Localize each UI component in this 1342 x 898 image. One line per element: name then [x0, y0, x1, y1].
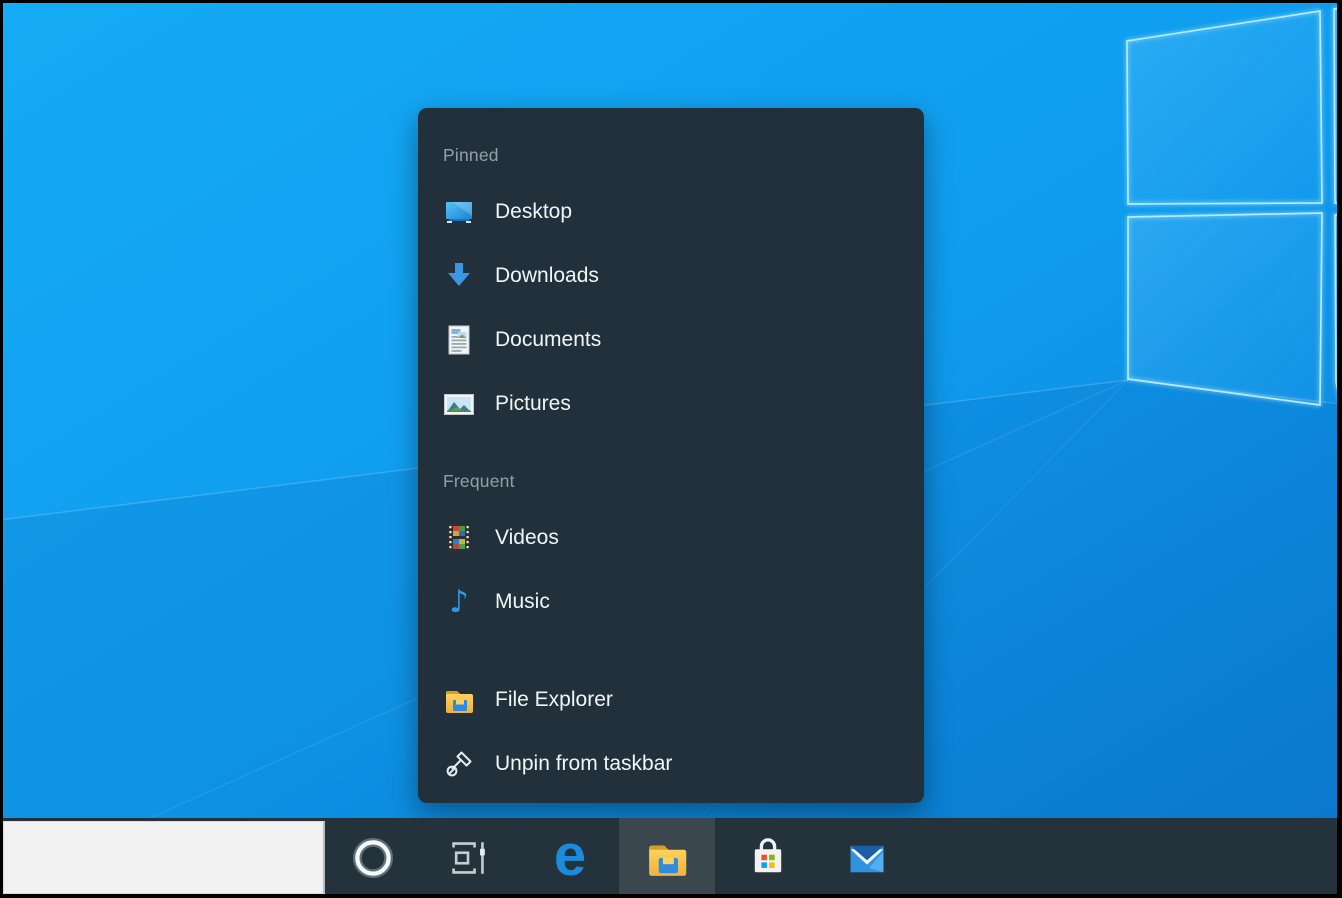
file-explorer-button[interactable]	[619, 818, 715, 898]
screen-border	[0, 0, 3, 898]
jumplist-item-documents[interactable]: Documents	[443, 308, 910, 372]
jumplist-task-unpin[interactable]: Unpin from taskbar	[443, 732, 910, 796]
screen-border	[0, 894, 1342, 898]
jumplist-item-label: Downloads	[495, 264, 599, 288]
windows-desktop-screen: Pinned Desktop	[0, 0, 1342, 898]
task-view-button[interactable]	[420, 818, 516, 898]
taskbar-search-box[interactable]	[3, 821, 325, 894]
microsoft-store-button[interactable]	[720, 818, 816, 898]
documents-icon	[443, 324, 475, 356]
jumplist-task-file-explorer[interactable]: File Explorer	[443, 668, 910, 732]
jumplist-section-header-frequent: Frequent	[443, 470, 910, 492]
downloads-icon	[443, 260, 475, 292]
jumplist-item-label: Videos	[495, 526, 559, 550]
jumplist-item-music[interactable]: ♪ Music	[443, 570, 910, 634]
jumplist-item-videos[interactable]: Videos	[443, 506, 910, 570]
cortana-icon	[353, 838, 393, 878]
pictures-icon	[443, 388, 475, 420]
edge-icon: e	[554, 827, 586, 885]
file-explorer-icon	[443, 684, 475, 716]
jumplist-item-label: Documents	[495, 328, 601, 352]
jumplist-task-label: Unpin from taskbar	[495, 752, 672, 776]
jumplist-item-pictures[interactable]: Pictures	[443, 372, 910, 436]
jumplist-item-downloads[interactable]: Downloads	[443, 244, 910, 308]
videos-icon	[443, 522, 475, 554]
mail-button[interactable]	[819, 818, 915, 898]
jumplist-item-desktop[interactable]: Desktop	[443, 180, 910, 244]
mail-icon	[845, 836, 889, 880]
jumplist-section-header-pinned: Pinned	[443, 144, 910, 166]
jumplist-item-label: Pictures	[495, 392, 571, 416]
microsoft-store-icon	[746, 836, 790, 880]
file-explorer-jumplist: Pinned Desktop	[418, 108, 924, 803]
screen-border	[1337, 0, 1342, 898]
file-explorer-icon	[645, 836, 689, 880]
jumplist-task-label: File Explorer	[495, 688, 613, 712]
screen-border	[0, 0, 1342, 3]
task-view-icon	[447, 837, 489, 879]
edge-button[interactable]: e	[522, 818, 618, 898]
music-icon: ♪	[443, 586, 475, 618]
jumplist-item-label: Music	[495, 590, 550, 614]
desktop-icon	[443, 196, 475, 228]
jumplist-item-label: Desktop	[495, 200, 572, 224]
unpin-icon	[443, 748, 475, 780]
cortana-button[interactable]	[325, 818, 421, 898]
taskbar: e	[0, 818, 1342, 898]
